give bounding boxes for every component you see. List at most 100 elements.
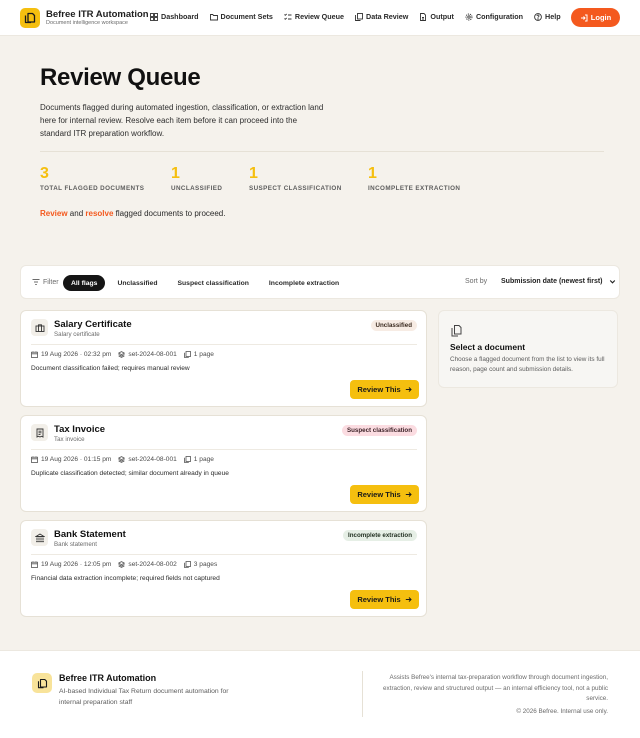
footer-description: AI-based Individual Tax Return document … bbox=[59, 688, 229, 706]
meta-date-text: 19 Aug 2026 · 01:15 pm bbox=[41, 456, 112, 463]
nav-item-output[interactable]: Output bbox=[419, 12, 454, 21]
page-title: Review Queue bbox=[40, 64, 201, 91]
footer-logo-icon bbox=[32, 673, 52, 693]
meta-pages-text: 1 page bbox=[193, 351, 214, 358]
arrow-right-icon bbox=[405, 597, 412, 602]
hero-note: Review and resolve flagged documents to … bbox=[40, 209, 225, 218]
calendar-icon bbox=[31, 561, 38, 568]
arrow-right-icon bbox=[405, 387, 412, 392]
nav-item-label: Dashboard bbox=[161, 12, 199, 21]
pages-icon bbox=[183, 351, 191, 358]
meta-date: 19 Aug 2026 · 02:32 pm bbox=[31, 351, 111, 358]
note-resolve-word: resolve bbox=[85, 209, 114, 218]
status-badge: Unclassified bbox=[370, 320, 417, 331]
card-title: Bank Statement bbox=[54, 529, 126, 540]
layers-icon bbox=[118, 351, 126, 358]
stat-value: 1 bbox=[368, 165, 377, 182]
card-reason: Financial data extraction incomplete; re… bbox=[31, 575, 220, 582]
login-arrow-icon bbox=[580, 14, 588, 21]
brand-logo-icon[interactable] bbox=[20, 8, 40, 28]
filter-bar: Filter All flags Unclassified Suspect cl… bbox=[20, 265, 620, 299]
filter-label-text: Filter bbox=[43, 278, 59, 286]
chevron-down-icon bbox=[609, 280, 615, 284]
nav-item-label: Document Sets bbox=[220, 12, 273, 21]
meta-date-text: 19 Aug 2026 · 02:32 pm bbox=[41, 351, 112, 358]
card-meta: 19 Aug 2026 · 02:32 pm set-2024-08-001 1… bbox=[31, 351, 214, 358]
meta-set-text: set-2024-08-002 bbox=[128, 561, 177, 568]
sort-select[interactable]: Submission date (newest first) bbox=[501, 278, 616, 285]
nav-item-label: Data Review bbox=[366, 12, 409, 21]
document-detail-panel: Select a document Choose a flagged docum… bbox=[438, 310, 618, 388]
card-meta: 19 Aug 2026 · 12:05 pm set-2024-08-002 3… bbox=[31, 561, 217, 568]
footer-copyright: © 2026 Befree. Internal use only. bbox=[516, 708, 608, 715]
nav-item-data-review[interactable]: Data Review bbox=[355, 12, 408, 21]
nav-item-document-sets[interactable]: Document Sets bbox=[209, 12, 273, 21]
pages-icon bbox=[183, 561, 191, 568]
card-reason: Duplicate classification detected; simil… bbox=[31, 470, 229, 477]
meta-set-text: set-2024-08-001 bbox=[128, 351, 177, 358]
card-divider bbox=[31, 449, 417, 450]
meta-pages: 1 page bbox=[183, 351, 214, 358]
stat-value: 1 bbox=[249, 165, 258, 182]
meta-date: 19 Aug 2026 · 12:05 pm bbox=[31, 561, 111, 568]
review-button-label: Review This bbox=[357, 385, 401, 394]
chip-all-flags[interactable]: All flags bbox=[63, 275, 106, 291]
brand-name[interactable]: Befree ITR Automation bbox=[46, 9, 149, 20]
login-button[interactable]: Login bbox=[571, 8, 620, 27]
brand-subtitle: Document intelligence workspace bbox=[46, 20, 128, 26]
review-this-button[interactable]: Review This bbox=[350, 485, 419, 504]
chip-unclassified[interactable]: Unclassified bbox=[109, 275, 165, 291]
side-panel-description: Choose a flagged document from the list … bbox=[450, 356, 605, 373]
footer-disclaimer: Assists Befree's internal tax-preparatio… bbox=[383, 674, 608, 702]
meta-pages-text: 1 page bbox=[193, 456, 214, 463]
note-rest: flagged documents to proceed. bbox=[113, 209, 226, 218]
nav-item-help[interactable]: Help bbox=[534, 12, 561, 21]
nav-item-dashboard[interactable]: Dashboard bbox=[150, 12, 199, 21]
card-reason: Document classification failed; requires… bbox=[31, 365, 190, 372]
chip-incomplete-extraction[interactable]: Incomplete extraction bbox=[261, 275, 347, 291]
calendar-icon bbox=[31, 456, 38, 463]
review-this-button[interactable]: Review This bbox=[350, 590, 419, 609]
layers-icon bbox=[118, 561, 126, 568]
stat-label: UNCLASSIFIED bbox=[171, 185, 223, 192]
list-check-icon bbox=[284, 13, 292, 20]
copy-documents-icon bbox=[451, 325, 462, 337]
nav-item-review-queue[interactable]: Review Queue bbox=[284, 12, 344, 21]
stat-incomplete: 1 INCOMPLETE EXTRACTION bbox=[368, 165, 460, 192]
gear-icon bbox=[465, 13, 473, 20]
meta-date-text: 19 Aug 2026 · 12:05 pm bbox=[41, 561, 112, 568]
card-subtitle: Tax invoice bbox=[54, 436, 85, 443]
side-panel-title: Select a document bbox=[450, 342, 526, 352]
card-title: Salary Certificate bbox=[54, 319, 132, 330]
stat-unclassified: 1 UNCLASSIFIED bbox=[171, 165, 222, 192]
stat-suspect: 1 SUSPECT CLASSIFICATION bbox=[249, 165, 342, 192]
nav-item-label: Configuration bbox=[475, 12, 524, 21]
stat-label: INCOMPLETE EXTRACTION bbox=[368, 185, 461, 192]
arrow-right-icon bbox=[405, 492, 412, 497]
note-and-word: and bbox=[67, 209, 86, 218]
review-this-button[interactable]: Review This bbox=[350, 380, 419, 399]
card-divider bbox=[31, 554, 417, 555]
main-nav: Dashboard Document Sets Review Queue Dat… bbox=[150, 12, 561, 21]
help-circle-icon bbox=[534, 12, 542, 21]
bank-icon bbox=[31, 529, 48, 546]
stat-value: 3 bbox=[40, 165, 49, 182]
sort-label: Sort by bbox=[465, 278, 488, 285]
flagged-document-card[interactable]: Tax Invoice Tax invoice Suspect classifi… bbox=[20, 415, 427, 512]
status-badge: Incomplete extraction bbox=[343, 530, 417, 541]
flagged-document-card[interactable]: Bank Statement Bank statement Incomplete… bbox=[20, 520, 427, 617]
file-icon bbox=[420, 12, 427, 21]
stat-label: TOTAL FLAGGED DOCUMENTS bbox=[40, 185, 145, 192]
chip-suspect-classification[interactable]: Suspect classification bbox=[170, 275, 257, 291]
footer-divider bbox=[362, 671, 363, 717]
top-navigation-bar: Befree ITR Automation Document intellige… bbox=[0, 0, 640, 36]
nav-item-configuration[interactable]: Configuration bbox=[465, 12, 523, 21]
page-footer: Befree ITR Automation AI-based Individua… bbox=[0, 650, 640, 738]
stat-total-flagged: 3 TOTAL FLAGGED DOCUMENTS bbox=[40, 165, 144, 192]
copy-icon bbox=[355, 12, 363, 21]
meta-set-text: set-2024-08-001 bbox=[128, 456, 177, 463]
meta-pages-text: 3 pages bbox=[193, 561, 218, 568]
filter-chips: All flags Unclassified Suspect classific… bbox=[63, 275, 347, 291]
filter-icon bbox=[32, 279, 40, 285]
flagged-document-card[interactable]: Salary Certificate Salary certificate Un… bbox=[20, 310, 427, 407]
